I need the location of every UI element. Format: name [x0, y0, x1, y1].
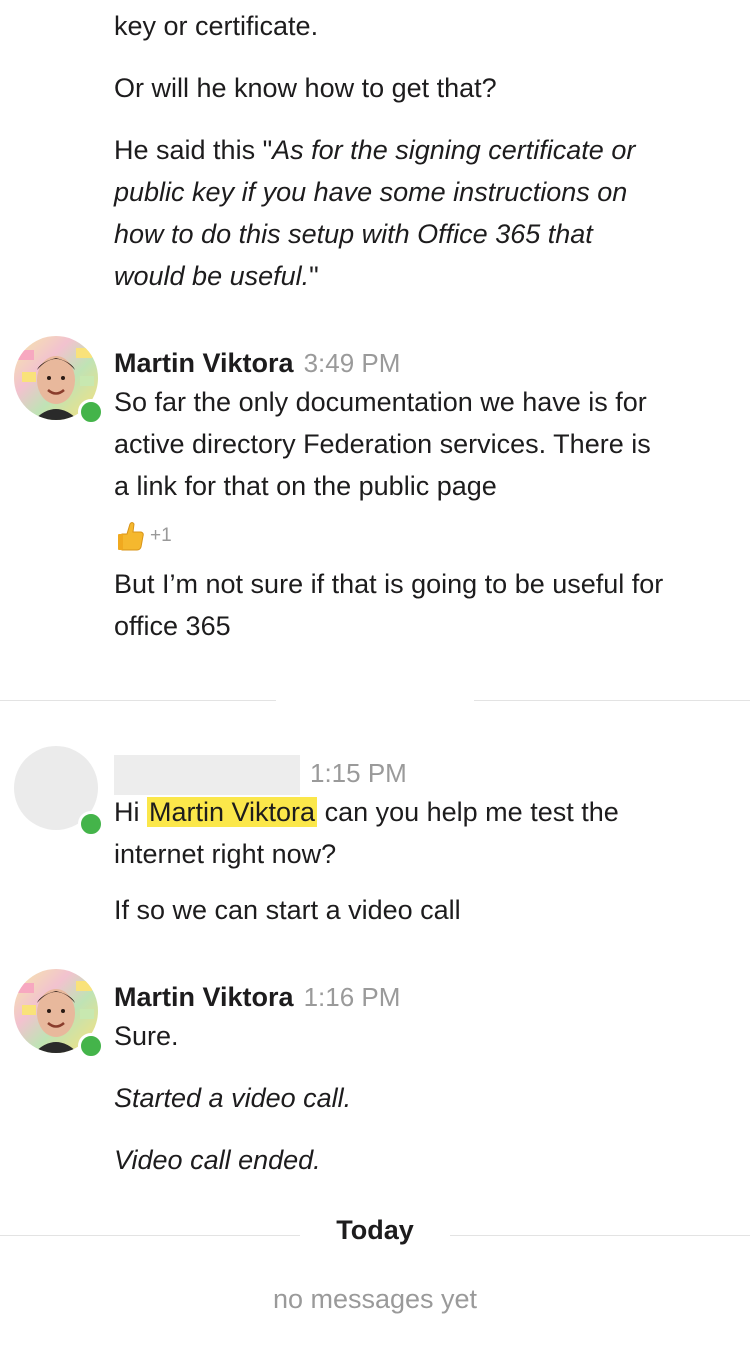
- message-timestamp[interactable]: 1:15 PM: [310, 758, 407, 788]
- system-message: Started a video call.: [114, 1083, 352, 1113]
- user-mention[interactable]: Martin Viktora: [147, 797, 318, 827]
- quote-text: As for the signing certificate or: [272, 135, 636, 165]
- reaction-count: +1: [150, 525, 172, 546]
- message-text: would be useful.": [114, 255, 736, 297]
- message-text: key or certificate.: [114, 11, 319, 41]
- message-header: Martin Viktora 1:16 PM: [114, 976, 736, 1018]
- thumbs-up-icon: [118, 522, 144, 551]
- system-message: Video call ended.: [114, 1145, 321, 1175]
- day-divider-right: [474, 700, 750, 701]
- online-status-icon: [78, 1033, 104, 1059]
- message-text: He said this "As for the signing certifi…: [114, 129, 736, 171]
- quote-text: public key if you have some instructions…: [114, 177, 628, 207]
- day-divider-left: [0, 700, 276, 701]
- author-name[interactable]: Martin Viktora: [114, 348, 294, 378]
- message-text: If so we can start a video call: [114, 895, 461, 925]
- message-text: But I’m not sure if that is going to be …: [114, 569, 664, 599]
- message-text: Or will he know how to get that?: [114, 73, 497, 103]
- message-header: 1:15 PM: [114, 752, 736, 795]
- quote-suffix: ": [309, 261, 319, 291]
- quote-text: would be useful.: [114, 261, 310, 291]
- online-status-icon: [78, 811, 104, 837]
- author-name[interactable]: Martin Viktora: [114, 982, 294, 1012]
- message-text: active directory Federation services. Th…: [114, 429, 651, 459]
- message-timestamp[interactable]: 1:16 PM: [304, 982, 401, 1012]
- message-text: Hi Martin Viktora can you help me test t…: [114, 791, 736, 833]
- author-name-redacted[interactable]: [114, 754, 300, 795]
- message-text: office 365: [114, 611, 231, 641]
- message-text: internet right now?: [114, 839, 337, 869]
- message-text: Sure.: [114, 1021, 179, 1051]
- online-status-icon: [78, 399, 104, 425]
- message-header: Martin Viktora 3:49 PM: [114, 342, 736, 384]
- message-text: a link for that on the public page: [114, 471, 497, 501]
- message-text-part: Hi: [114, 797, 147, 827]
- message-text-part: can you help me test the: [317, 797, 619, 827]
- day-divider-label: Today: [336, 1215, 414, 1245]
- quote-prefix: He said this ": [114, 135, 273, 165]
- message-text: So far the only documentation we have is…: [114, 387, 647, 417]
- empty-state-text: no messages yet: [272, 1284, 478, 1314]
- quote-text: how to do this setup with Office 365 tha…: [114, 219, 593, 249]
- reaction-pill[interactable]: +1: [116, 520, 172, 552]
- message-timestamp[interactable]: 3:49 PM: [304, 348, 401, 378]
